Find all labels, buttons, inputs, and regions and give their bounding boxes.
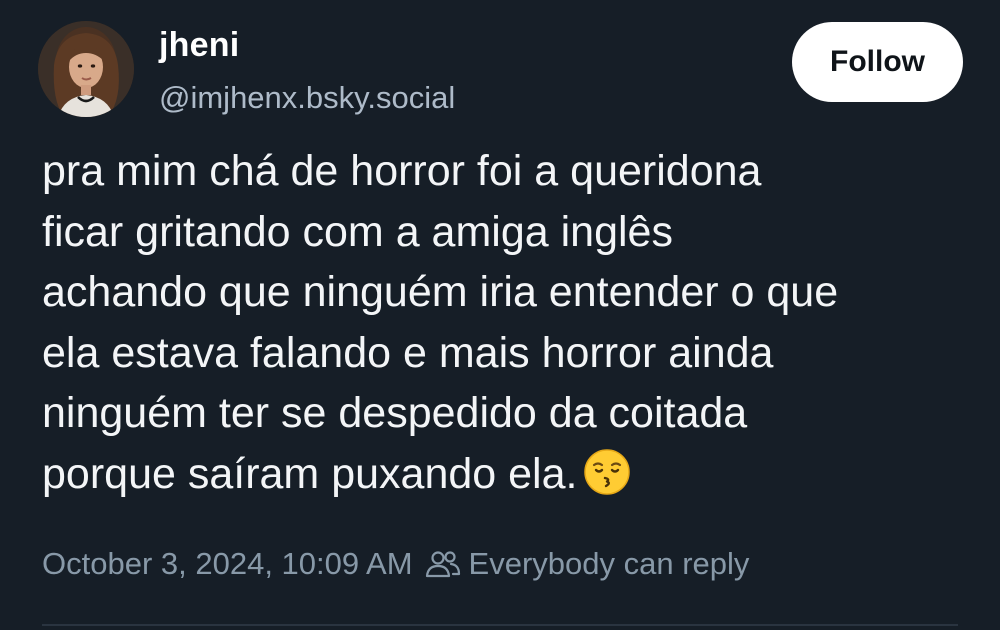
post-timestamp[interactable]: October 3, 2024, 10:09 AM xyxy=(42,546,413,582)
post-line: ela estava falando e mais horror ainda xyxy=(42,328,774,377)
people-icon xyxy=(425,549,461,579)
reply-setting[interactable]: Everybody can reply xyxy=(469,546,750,582)
avatar[interactable] xyxy=(38,21,134,117)
profile-photo-icon xyxy=(38,21,134,117)
post-line: ninguém ter se despedido da coitada xyxy=(42,389,748,437)
divider xyxy=(42,624,958,626)
post-line-text: porque saíram puxando ela. xyxy=(42,449,578,498)
post-line: pra mim chá de horror foi a queridona xyxy=(42,147,762,195)
follow-button[interactable]: Follow xyxy=(792,22,963,102)
author-handle[interactable]: @imjhenx.bsky.social xyxy=(159,80,455,116)
post-meta: October 3, 2024, 10:09 AM Everybody can … xyxy=(42,546,749,582)
post-line: ficar gritando com a amiga inglês xyxy=(42,207,673,256)
post-text: pra mim chá de horror foi a queridona fi… xyxy=(42,141,962,504)
post-line-last: porque saíram puxando ela. xyxy=(42,444,962,505)
author-display-name[interactable]: jheni xyxy=(159,26,239,65)
kissing-face-emoji-icon xyxy=(583,448,631,496)
post-line: achando que ninguém iria entender o que xyxy=(42,268,839,316)
